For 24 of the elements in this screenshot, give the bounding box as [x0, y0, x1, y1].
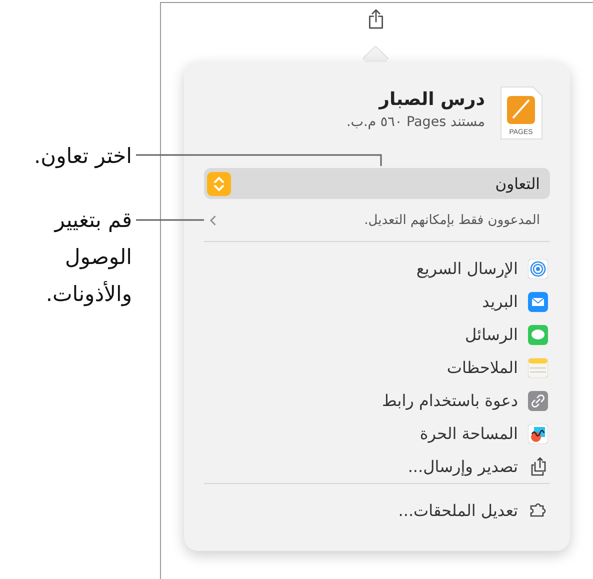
collaboration-dropdown[interactable]: التعاون [204, 168, 550, 199]
speech-bubble-icon [528, 324, 548, 344]
notepad-icon [528, 358, 548, 378]
document-title: درس الصبار [377, 89, 485, 110]
share-menu-item[interactable]: الإرسال السريع [204, 252, 550, 285]
chevron-icon [210, 214, 217, 226]
share-menu-item[interactable]: تصدير وإرسال... [204, 450, 550, 483]
concentric-rings-icon [528, 258, 548, 278]
document-subtitle: مستند Pages ٥٦٠ م.ب. [346, 114, 485, 130]
share-menu-item[interactable]: البريد [204, 285, 550, 318]
link-icon [528, 390, 548, 410]
share-menu-item[interactable]: الرسائل [204, 318, 550, 351]
callout-text: اختر تعاون. [34, 143, 132, 170]
share-menu-item[interactable]: المساحة الحرة [204, 417, 550, 450]
callout-text: قم بتغيير الوصول والأذونات. [44, 207, 132, 308]
envelope-icon [528, 292, 548, 312]
scribble-icon [528, 424, 548, 444]
share-menu-item[interactable]: الملاحظات [204, 351, 550, 384]
extensions-menu-item[interactable]: تعديل الملحقات... [204, 494, 550, 527]
share-menu-item[interactable]: دعوة باستخدام رابط [204, 384, 550, 417]
access-settings-link[interactable]: المدعوون فقط بإمكانهم التعديل. [204, 199, 550, 241]
chevron-up-down-icon [207, 172, 231, 196]
leader-line [136, 219, 204, 221]
share-icon[interactable] [367, 8, 385, 30]
